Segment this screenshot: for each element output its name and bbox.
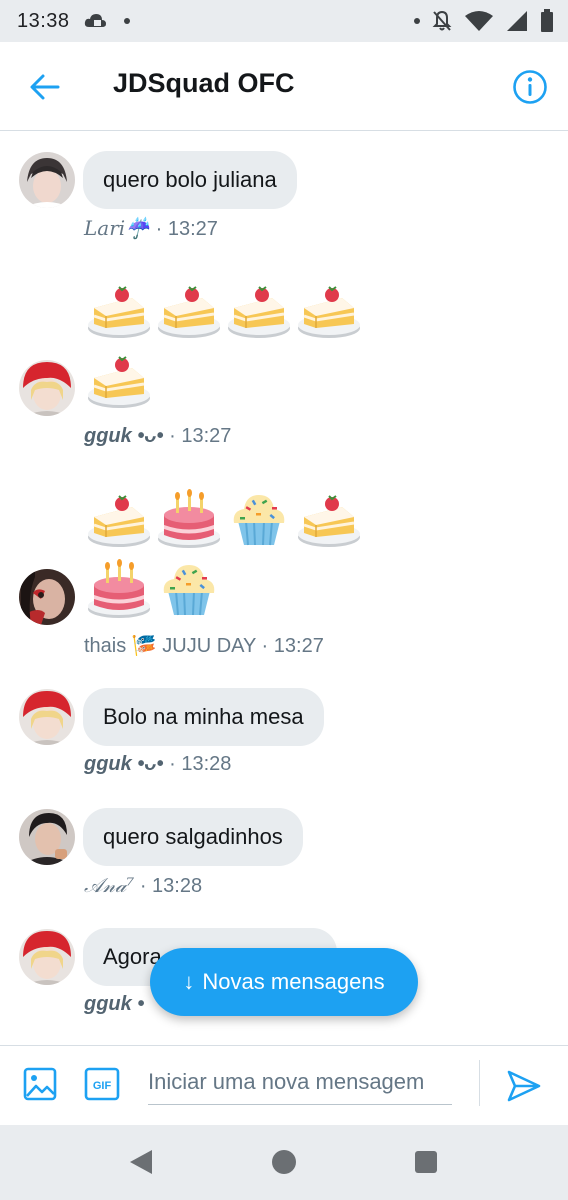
avatar[interactable] [19,360,75,416]
shortcake-emoji [296,487,362,549]
shortcake-emoji [86,487,152,549]
message-text: Bolo na minha mesa [103,704,304,729]
shortcake-emoji [86,348,152,410]
sender-name: 𝒜𝓃𝒶⁷ [84,873,135,897]
new-messages-button[interactable]: ↓ Novas mensagens [150,948,418,1016]
notification-dot-icon [123,18,130,24]
message-bubble[interactable]: quero salgadinhos [83,808,303,866]
status-bar: 13:38 [0,0,568,42]
shortcake-emoji [156,278,222,340]
meta-separator: · [169,425,176,447]
message-meta: Lari☔ · 13:27 [84,216,218,241]
message-bubble[interactable]: Bolo na minha mesa [83,688,324,746]
meta-separator: · [155,218,163,240]
sender-name: thais 🎏 JUJU DAY [84,635,256,657]
message-bubble[interactable]: quero bolo juliana [83,151,297,209]
message-time: 13:27 [273,635,324,657]
message-time: 13:28 [152,875,203,897]
sender-name: Lari☔ [84,216,151,240]
avatar[interactable] [19,689,75,745]
cupcake-emoji [156,557,222,619]
birthday-cake-emoji [156,487,222,549]
nav-home-icon[interactable] [272,1150,296,1174]
message-meta: 𝒜𝓃𝒶⁷ · 13:28 [84,873,202,898]
info-icon[interactable] [512,69,548,105]
message-time: 13:27 [167,218,218,240]
send-icon[interactable] [506,1068,542,1104]
avatar[interactable] [19,929,75,985]
message-meta: gguk •ᴗ• · 13:28 [84,753,231,776]
system-nav-bar [0,1125,568,1200]
message-text: quero bolo juliana [103,167,277,192]
battery-icon [541,9,553,32]
message-meta: thais 🎏 JUJU DAY · 13:27 [84,633,324,658]
image-icon[interactable] [22,1066,58,1102]
message-meta: gguk • [84,993,144,1016]
status-time: 13:38 [17,9,70,32]
avatar[interactable] [19,809,75,865]
shortcake-emoji [86,278,152,340]
sender-name: gguk •ᴗ• [84,425,164,447]
meta-separator: · [169,753,176,775]
wifi-icon [465,11,493,31]
arrow-down-icon: ↓ [183,969,195,994]
signal-icon [507,11,527,31]
shortcake-emoji [226,278,292,340]
back-arrow-icon[interactable] [28,70,62,104]
gif-icon: GIF [84,1067,120,1101]
sender-name: gguk • [84,993,145,1015]
nav-back-icon[interactable] [128,1148,154,1176]
new-messages-label: Novas mensagens [202,969,385,994]
birthday-cake-emoji [86,557,152,619]
avatar[interactable] [19,152,75,208]
shortcake-emoji [296,278,362,340]
message-meta: gguk •ᴗ• · 13:27 [84,425,231,448]
meta-separator: · [261,635,269,657]
cupcake-emoji [226,487,292,549]
sender-name: gguk •ᴗ• [84,753,164,775]
message-input[interactable] [148,1060,452,1105]
gif-button[interactable]: GIF [84,1067,120,1101]
meta-separator: · [139,875,147,897]
avatar[interactable] [19,569,75,625]
conversation-title: JDSquad OFC [113,68,295,98]
nav-recents-icon[interactable] [415,1151,437,1173]
message-text: quero salgadinhos [103,824,283,849]
composer-divider [479,1060,480,1106]
gif-label: GIF [93,1080,112,1092]
notification-dot-icon [414,18,420,24]
message-composer: GIF [0,1045,568,1126]
bell-off-icon [432,10,452,31]
message-time: 13:27 [181,425,232,447]
message-time: 13:28 [181,753,232,775]
conversation-header: JDSquad OFC [0,42,568,131]
cloud-notification-icon [84,14,106,27]
